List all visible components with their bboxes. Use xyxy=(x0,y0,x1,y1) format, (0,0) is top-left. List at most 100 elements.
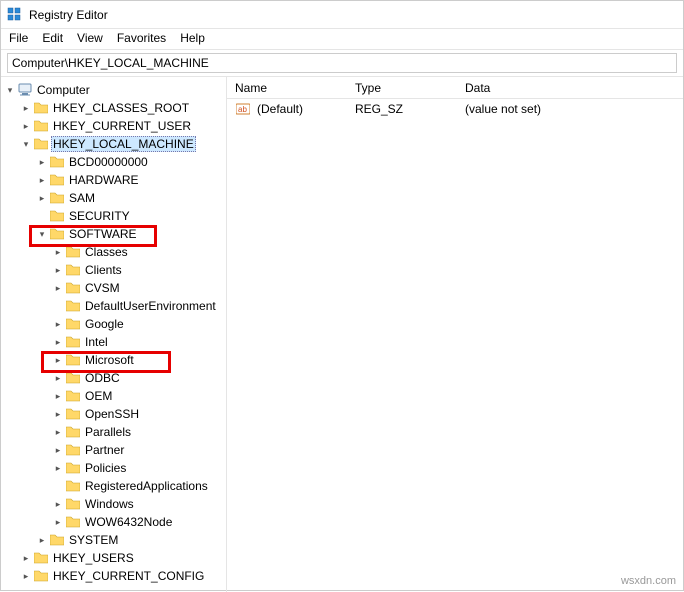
menu-help[interactable]: Help xyxy=(180,31,205,45)
app-icon xyxy=(7,7,23,23)
tree-node-odbc[interactable]: ▸ ODBC xyxy=(3,369,226,387)
titlebar: Registry Editor xyxy=(1,1,683,29)
menu-view[interactable]: View xyxy=(77,31,103,45)
chevron-right-icon[interactable]: ▸ xyxy=(51,319,65,330)
column-header-name[interactable]: Name xyxy=(227,79,347,97)
tree-node-default-user-env[interactable]: ▸ DefaultUserEnvironment xyxy=(3,297,226,315)
column-header-type[interactable]: Type xyxy=(347,79,457,97)
tree-node-classes[interactable]: ▸ Classes xyxy=(3,243,226,261)
tree-node-hardware[interactable]: ▸ HARDWARE xyxy=(3,171,226,189)
menu-favorites[interactable]: Favorites xyxy=(117,31,166,45)
chevron-right-icon[interactable]: ▸ xyxy=(51,517,65,528)
expander-placeholder: ▸ xyxy=(51,481,65,492)
tree-node-hklm[interactable]: ▾ HKEY_LOCAL_MACHINE xyxy=(3,135,226,153)
tree-node-clients[interactable]: ▸ Clients xyxy=(3,261,226,279)
tree-label: HKEY_CURRENT_CONFIG xyxy=(51,569,206,583)
tree-label: SECURITY xyxy=(67,209,132,223)
chevron-right-icon[interactable]: ▸ xyxy=(35,157,49,168)
chevron-right-icon[interactable]: ▸ xyxy=(19,553,33,564)
tree-panel[interactable]: ab ▾ Computer ▸ HKEY_CLASSES_ROOT ▸ HKEY… xyxy=(1,77,227,592)
tree-node-bcd[interactable]: ▸ BCD00000000 xyxy=(3,153,226,171)
chevron-right-icon[interactable]: ▸ xyxy=(51,391,65,402)
tree-node-security[interactable]: ▸ SECURITY xyxy=(3,207,226,225)
chevron-right-icon[interactable]: ▸ xyxy=(51,283,65,294)
tree-node-hku[interactable]: ▸ HKEY_USERS xyxy=(3,549,226,567)
tree-label: DefaultUserEnvironment xyxy=(83,299,218,313)
tree-label: HKEY_CLASSES_ROOT xyxy=(51,101,191,115)
folder-icon xyxy=(65,245,81,259)
tree-node-computer[interactable]: ▾ Computer xyxy=(3,81,226,99)
chevron-right-icon[interactable]: ▸ xyxy=(51,373,65,384)
tree-node-registered-applications[interactable]: ▸ RegisteredApplications xyxy=(3,477,226,495)
folder-icon xyxy=(49,209,65,223)
chevron-right-icon[interactable]: ▸ xyxy=(51,463,65,474)
values-panel: Name Type Data (Default) REG_SZ (value n… xyxy=(227,77,683,592)
tree-label: SYSTEM xyxy=(67,533,120,547)
column-header-data[interactable]: Data xyxy=(457,79,683,97)
folder-icon xyxy=(49,533,65,547)
tree-node-sam[interactable]: ▸ SAM xyxy=(3,189,226,207)
address-input[interactable] xyxy=(7,53,677,73)
main-panel: ab ▾ Computer ▸ HKEY_CLASSES_ROOT ▸ HKEY… xyxy=(1,77,683,592)
tree-label: RegisteredApplications xyxy=(83,479,210,493)
tree-node-microsoft[interactable]: ▸ Microsoft xyxy=(3,351,226,369)
chevron-right-icon[interactable]: ▸ xyxy=(35,175,49,186)
chevron-right-icon[interactable]: ▸ xyxy=(19,103,33,114)
chevron-right-icon[interactable]: ▸ xyxy=(51,337,65,348)
tree-node-hkcc[interactable]: ▸ HKEY_CURRENT_CONFIG xyxy=(3,567,226,585)
tree-node-intel[interactable]: ▸ Intel xyxy=(3,333,226,351)
tree-node-hkcr[interactable]: ▸ HKEY_CLASSES_ROOT xyxy=(3,99,226,117)
folder-icon xyxy=(33,119,49,133)
value-row[interactable]: (Default) REG_SZ (value not set) xyxy=(227,99,683,119)
chevron-right-icon[interactable]: ▸ xyxy=(51,355,65,366)
tree-node-hkcu[interactable]: ▸ HKEY_CURRENT_USER xyxy=(3,117,226,135)
tree-node-openssh[interactable]: ▸ OpenSSH xyxy=(3,405,226,423)
chevron-right-icon[interactable]: ▸ xyxy=(51,247,65,258)
values-header[interactable]: Name Type Data xyxy=(227,77,683,99)
tree-label: WOW6432Node xyxy=(83,515,174,529)
chevron-right-icon[interactable]: ▸ xyxy=(19,571,33,582)
folder-icon xyxy=(33,569,49,583)
folder-icon xyxy=(65,425,81,439)
tree-label: Parallels xyxy=(83,425,133,439)
window-title: Registry Editor xyxy=(29,8,108,22)
tree-node-parallels[interactable]: ▸ Parallels xyxy=(3,423,226,441)
folder-icon xyxy=(65,263,81,277)
menu-file[interactable]: File xyxy=(9,31,28,45)
expander-placeholder: ▸ xyxy=(51,301,65,312)
chevron-right-icon[interactable]: ▸ xyxy=(19,121,33,132)
tree-label: HKEY_USERS xyxy=(51,551,136,565)
chevron-right-icon[interactable]: ▸ xyxy=(35,193,49,204)
chevron-right-icon[interactable]: ▸ xyxy=(51,499,65,510)
tree-label: OpenSSH xyxy=(83,407,141,421)
string-value-icon xyxy=(235,102,251,116)
chevron-down-icon[interactable]: ▾ xyxy=(19,139,33,150)
tree-node-cvsm[interactable]: ▸ CVSM xyxy=(3,279,226,297)
expander-icon[interactable]: ▾ xyxy=(3,85,17,96)
chevron-down-icon[interactable]: ▾ xyxy=(35,229,49,240)
tree-node-software[interactable]: ▾ SOFTWARE xyxy=(3,225,226,243)
tree-node-partner[interactable]: ▸ Partner xyxy=(3,441,226,459)
menu-edit[interactable]: Edit xyxy=(42,31,63,45)
folder-icon xyxy=(49,155,65,169)
tree-node-oem[interactable]: ▸ OEM xyxy=(3,387,226,405)
folder-icon xyxy=(65,335,81,349)
tree-node-wow6432node[interactable]: ▸ WOW6432Node xyxy=(3,513,226,531)
tree-label: ODBC xyxy=(83,371,122,385)
tree-node-windows[interactable]: ▸ Windows xyxy=(3,495,226,513)
folder-icon xyxy=(65,371,81,385)
chevron-right-icon[interactable]: ▸ xyxy=(51,445,65,456)
tree-node-system[interactable]: ▸ SYSTEM xyxy=(3,531,226,549)
folder-icon xyxy=(65,515,81,529)
computer-icon xyxy=(17,83,33,97)
folder-icon xyxy=(65,317,81,331)
tree-node-policies[interactable]: ▸ Policies xyxy=(3,459,226,477)
expander-placeholder: ▸ xyxy=(35,211,49,222)
chevron-right-icon[interactable]: ▸ xyxy=(51,265,65,276)
folder-icon xyxy=(49,173,65,187)
chevron-right-icon[interactable]: ▸ xyxy=(35,535,49,546)
folder-icon xyxy=(49,191,65,205)
chevron-right-icon[interactable]: ▸ xyxy=(51,409,65,420)
tree-node-google[interactable]: ▸ Google xyxy=(3,315,226,333)
chevron-right-icon[interactable]: ▸ xyxy=(51,427,65,438)
